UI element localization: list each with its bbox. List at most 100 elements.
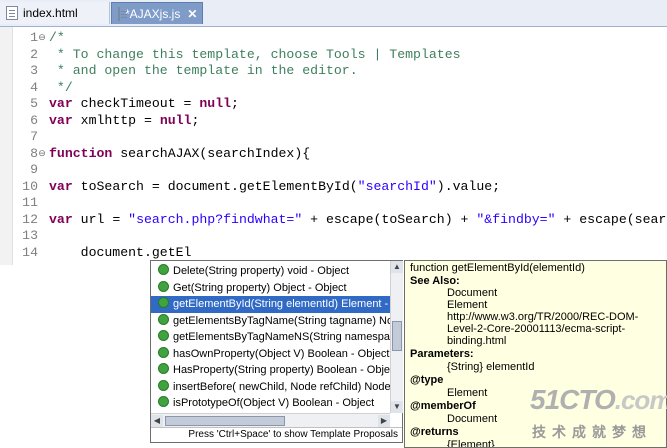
doc-text: http://www.w3.org/TR/2000/REC-DOM- [447, 311, 639, 323]
code-text: /* [46, 30, 65, 47]
close-icon[interactable]: ✕ [187, 7, 197, 21]
code-token: null [159, 112, 192, 128]
code-line[interactable]: 5 var checkTimeout = null; [12, 96, 667, 113]
code-token: ; [231, 96, 239, 111]
doc-text: Document [447, 413, 498, 425]
html-file-icon [6, 6, 18, 20]
doc-text: Level-2-Core-20001113/ecma-script- [447, 323, 626, 335]
fold-toggle-icon[interactable]: ⊖ [38, 30, 46, 47]
doc-text: {Element} [447, 439, 495, 448]
doc-text: function getElementById(elementId) [410, 262, 585, 274]
code-token: toSearch = document.getElementById( [72, 178, 358, 194]
code-editor[interactable]: 1⊖/* 2 * To change this template, choose … [0, 27, 667, 265]
code-text: var toSearch = document.getElementById("… [46, 179, 500, 196]
doc-text: Element [447, 299, 488, 311]
code-completion-popup: Delete(String property) void - Object Get… [150, 260, 403, 443]
watermark-tagline: 技术成就梦想 [532, 424, 652, 440]
code-token: searchAJAX(searchIndex){ [112, 145, 311, 161]
code-line[interactable]: 4 */ [12, 80, 667, 97]
completion-footer-hint: Press 'Ctrl+Space' to show Template Prop… [151, 427, 402, 442]
code-token: ; [191, 112, 200, 128]
js-file-icon [118, 6, 127, 21]
completion-item[interactable]: isPrototypeOf(Object V) Boolean - Object [151, 395, 390, 412]
line-number: 7 [30, 129, 38, 144]
completion-vertical-scrollbar[interactable]: ▲ ▼ [390, 261, 403, 413]
code-token: /* [49, 30, 65, 45]
watermark-logo: 51CTO.com 技术成就梦想 [530, 384, 667, 448]
code-line[interactable]: 1⊖/* [12, 30, 667, 47]
completion-item[interactable]: getElementsByTagNameNS(String namespaceU [151, 329, 390, 346]
code-token: "searchId" [357, 178, 437, 194]
completion-horizontal-scrollbar[interactable]: ◀ ▶ [151, 413, 390, 428]
line-number: 13 [22, 228, 38, 243]
code-line[interactable]: 12 var url = "search.php?findwhat=" + esc… [12, 212, 667, 229]
code-line[interactable]: 13 [12, 228, 667, 245]
tab-label: *AJAXjs.js [125, 6, 181, 21]
method-icon [158, 379, 169, 391]
completion-item-label: hasOwnProperty(Object V) Boolean - Objec… [173, 347, 390, 360]
completion-item-label: isPrototypeOf(Object V) Boolean - Object [173, 397, 375, 409]
tab-label: index.html [23, 6, 78, 20]
code-token: + escape(toSearch) + [302, 211, 477, 227]
line-number: 8 [30, 145, 38, 161]
code-token: var [49, 96, 73, 111]
completion-item[interactable]: Delete(String property) void - Object [151, 263, 390, 280]
code-token: var [49, 112, 73, 128]
doc-section-heading: Parameters: [410, 348, 474, 360]
fold-toggle-icon[interactable]: ⊖ [38, 146, 46, 163]
completion-item[interactable]: hasOwnProperty(Object V) Boolean - Objec… [151, 346, 390, 363]
code-token: var [49, 211, 73, 227]
line-number: 4 [30, 79, 38, 95]
tab-ajaxjs-js[interactable]: *AJAXjs.js ✕ [111, 2, 203, 24]
completion-item-label: insertBefore( newChild, Node refChild) N… [173, 380, 390, 393]
code-line[interactable]: 2 * To change this template, choose Tool… [12, 47, 667, 64]
code-line[interactable]: 8⊖ function searchAJAX(searchIndex){ [12, 146, 667, 163]
editor-blank-area[interactable] [0, 265, 150, 448]
method-icon [158, 264, 169, 275]
code-token: null [199, 96, 232, 111]
completion-item[interactable]: insertBefore( newChild, Node refChild) N… [151, 379, 390, 396]
code-line[interactable]: 3 * and open the template in the editor. [12, 63, 667, 80]
code-line[interactable]: 14 document.getEl [12, 245, 667, 262]
tab-index-html[interactable]: index.html [0, 2, 110, 24]
scroll-thumb[interactable] [392, 321, 402, 351]
line-number: 3 [30, 63, 38, 78]
completion-item-label: getElementById(String elementId) Element… [173, 298, 390, 310]
scroll-left-icon[interactable]: ◀ [151, 415, 163, 427]
line-number: 1 [30, 30, 38, 45]
code-token: url = [72, 211, 129, 227]
doc-section-heading: See Also: [410, 275, 460, 287]
completion-item[interactable]: getElementById(String elementId) Element… [151, 296, 390, 313]
completion-item-label: getElementsByTagName(String tagname) Nod [173, 314, 390, 327]
completion-item-label: Delete(String property) void - Object [173, 265, 350, 277]
completion-item[interactable]: Get(String property) Object - Object [151, 280, 390, 297]
code-token: * and open the template in the editor. [49, 63, 358, 78]
code-token: function [49, 145, 113, 161]
editor-tab-bar: index.html *AJAXjs.js ✕ [0, 0, 667, 27]
completion-item[interactable]: HasProperty(String property) Boolean - O… [151, 362, 390, 379]
code-text: var url = "search.php?findwhat=" + escap… [46, 212, 667, 229]
scroll-down-icon[interactable]: ▼ [391, 401, 403, 413]
scroll-right-icon[interactable]: ▶ [378, 415, 390, 427]
doc-section-heading: @type [410, 374, 444, 386]
code-line[interactable]: 11 [12, 195, 667, 212]
scroll-thumb[interactable] [165, 416, 285, 426]
line-number: 14 [22, 244, 38, 260]
scroll-up-icon[interactable]: ▲ [391, 261, 403, 273]
code-token: xmlhttp = [72, 112, 160, 128]
code-token: */ [49, 79, 73, 95]
watermark-suffix: .com [614, 385, 667, 415]
code-line[interactable]: 10 var toSearch = document.getElementById… [12, 179, 667, 196]
code-text: var checkTimeout = null; [46, 96, 239, 113]
code-line[interactable]: 6 var xmlhttp = null; [12, 113, 667, 130]
method-icon [158, 363, 169, 374]
method-icon [158, 346, 169, 358]
doc-text: Element [447, 387, 488, 399]
completion-list[interactable]: Delete(String property) void - Object Get… [151, 261, 390, 413]
code-token: * To change this template, choose Tools … [49, 46, 461, 62]
code-line[interactable]: 9 [12, 162, 667, 179]
code-token: + escape(search [563, 211, 667, 227]
doc-section-heading: @returns [410, 426, 459, 438]
completion-item[interactable]: getElementsByTagName(String tagname) Nod [151, 313, 390, 330]
code-line[interactable]: 7 [12, 129, 667, 146]
